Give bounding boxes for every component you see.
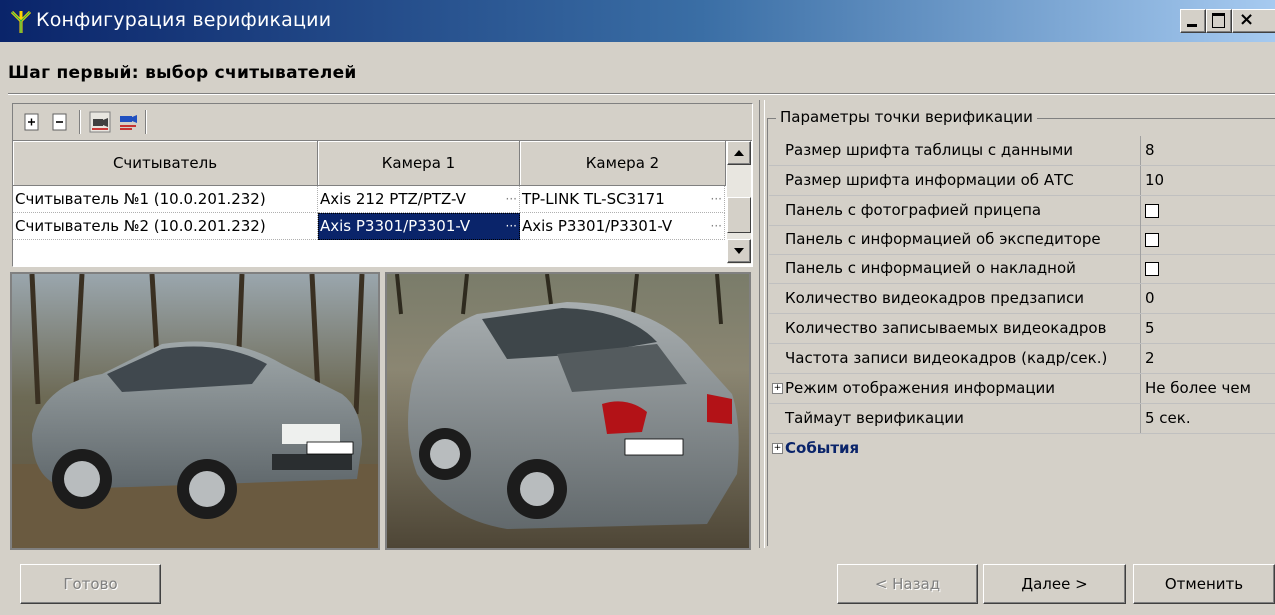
property-row[interactable]: Панель с фотографией прицепа	[769, 196, 1275, 226]
column-header-camera1[interactable]: Камера 1	[318, 141, 520, 186]
minimize-icon	[1187, 24, 1197, 27]
camera1-photo	[10, 272, 380, 550]
property-name: Панель с информацией о накладной	[769, 254, 1141, 283]
table-row-cell-camera2[interactable]: TP-LINK TL-SC3171 ···	[520, 186, 725, 213]
ellipsis-icon[interactable]: ···	[506, 186, 517, 212]
property-name: Количество видеокадров предзаписи	[769, 284, 1141, 313]
camera2-photo	[385, 272, 751, 550]
table-row-cell-camera1-selected[interactable]: Axis P3301/P3301-V ···	[318, 213, 520, 240]
scroll-down-button[interactable]	[727, 239, 751, 263]
arrow-up-icon	[734, 150, 744, 156]
property-value[interactable]: 5	[1145, 314, 1275, 343]
readers-panel: Считыватель Камера 1 Камера 2 Считывател…	[12, 103, 753, 267]
property-row[interactable]: Количество видеокадров предзаписи 0	[769, 284, 1275, 314]
camera-settings-icon[interactable]	[117, 111, 139, 133]
expand-all-icon[interactable]	[21, 111, 43, 133]
property-row[interactable]: Панель с информацией об экспедиторе	[769, 225, 1275, 255]
checkbox[interactable]	[1145, 204, 1159, 218]
next-button[interactable]: Далее >	[983, 564, 1126, 604]
camera-name: Axis P3301/P3301-V	[320, 217, 471, 235]
property-name: Размер шрифта таблицы с данными	[769, 136, 1141, 165]
panel-splitter[interactable]	[759, 100, 765, 548]
scroll-up-button[interactable]	[727, 141, 751, 165]
property-name: Количество записываемых видеокадров	[769, 314, 1141, 343]
property-value[interactable]: Не более чем	[1145, 374, 1275, 403]
reader-name: Считыватель №2 (10.0.201.232)	[15, 217, 266, 235]
close-button[interactable]: ×	[1232, 9, 1275, 33]
property-row[interactable]: Количество записываемых видеокадров 5	[769, 314, 1275, 344]
property-name: Частота записи видеокадров (кадр/сек.)	[769, 344, 1141, 373]
grid-toolbar	[13, 104, 752, 141]
checkbox[interactable]	[1145, 262, 1159, 276]
title-bar: Конфигурация верификации ×	[0, 0, 1275, 42]
maximize-button[interactable]	[1206, 9, 1232, 33]
property-row[interactable]: Панель с информацией о накладной	[769, 254, 1275, 284]
camera-name: TP-LINK TL-SC3171	[522, 190, 665, 208]
grid-scrollbar[interactable]	[727, 141, 751, 264]
property-name: Панель с информацией об экспедиторе	[769, 225, 1141, 254]
property-value[interactable]: 10	[1145, 166, 1275, 195]
ellipsis-icon[interactable]: ···	[711, 186, 722, 212]
property-value-checkbox[interactable]	[1145, 196, 1275, 225]
column-header-reader[interactable]: Считыватель	[13, 141, 318, 186]
window-title: Конфигурация верификации	[36, 9, 332, 31]
car-rear-image	[387, 274, 749, 548]
camera-view-icon[interactable]	[89, 111, 111, 133]
minimize-button[interactable]	[1180, 9, 1206, 33]
column-header-camera2[interactable]: Камера 2	[520, 141, 726, 186]
property-value-checkbox[interactable]	[1145, 254, 1275, 283]
property-row[interactable]: Размер шрифта информации об АТС 10	[769, 166, 1275, 196]
params-property-grid[interactable]: Размер шрифта таблицы с данными 8 Размер…	[769, 136, 1275, 546]
back-button[interactable]: < Назад	[837, 564, 978, 604]
camera-name: Axis P3301/P3301-V	[522, 217, 673, 235]
step-title: Шаг первый: выбор считывателей	[8, 63, 357, 83]
cancel-button[interactable]: Отменить	[1133, 564, 1275, 604]
table-row-cell-reader[interactable]: Считыватель №1 (10.0.201.232)	[13, 186, 318, 213]
done-button[interactable]: Готово	[20, 564, 161, 604]
table-row-cell-camera2[interactable]: Axis P3301/P3301-V ···	[520, 213, 725, 240]
property-value[interactable]: 5 сек.	[1145, 404, 1275, 433]
close-icon: ×	[1239, 9, 1255, 30]
property-row-expandable[interactable]: + Режим отображения информации Не более …	[769, 374, 1275, 404]
category-name: События	[785, 439, 860, 457]
ellipsis-icon[interactable]: ···	[711, 213, 722, 239]
property-value-checkbox[interactable]	[1145, 225, 1275, 254]
property-name: Панель с фотографией прицепа	[769, 196, 1141, 225]
property-value[interactable]: 2	[1145, 344, 1275, 373]
property-row[interactable]: Размер шрифта таблицы с данными 8	[769, 136, 1275, 166]
group-border	[767, 118, 768, 546]
property-name: Режим отображения информации	[769, 374, 1141, 403]
property-category-events[interactable]: + События	[769, 434, 1275, 463]
collapse-all-icon[interactable]	[49, 111, 71, 133]
app-fork-icon	[10, 10, 32, 33]
maximize-icon	[1212, 13, 1225, 28]
property-value[interactable]: 8	[1145, 136, 1275, 165]
reader-name: Считыватель №1 (10.0.201.232)	[15, 190, 266, 208]
table-row-cell-camera1[interactable]: Axis 212 PTZ/PTZ-V ···	[318, 186, 520, 213]
property-row[interactable]: Частота записи видеокадров (кадр/сек.) 2	[769, 344, 1275, 374]
toolbar-separator	[79, 110, 81, 134]
params-group-title: Параметры точки верификации	[776, 108, 1037, 126]
property-name: Размер шрифта информации об АТС	[769, 166, 1141, 195]
property-value[interactable]: 0	[1145, 284, 1275, 313]
divider	[8, 93, 1275, 95]
car-front-image	[12, 274, 378, 548]
ellipsis-icon[interactable]: ···	[506, 213, 517, 239]
toolbar-separator	[145, 110, 147, 134]
arrow-down-icon	[734, 248, 744, 254]
table-row-cell-reader[interactable]: Считыватель №2 (10.0.201.232)	[13, 213, 318, 240]
scroll-thumb[interactable]	[727, 197, 751, 233]
camera-name: Axis 212 PTZ/PTZ-V	[320, 190, 466, 208]
property-name: Таймаут верификации	[769, 404, 1141, 433]
checkbox[interactable]	[1145, 233, 1159, 247]
property-row[interactable]: Таймаут верификации 5 сек.	[769, 404, 1275, 434]
